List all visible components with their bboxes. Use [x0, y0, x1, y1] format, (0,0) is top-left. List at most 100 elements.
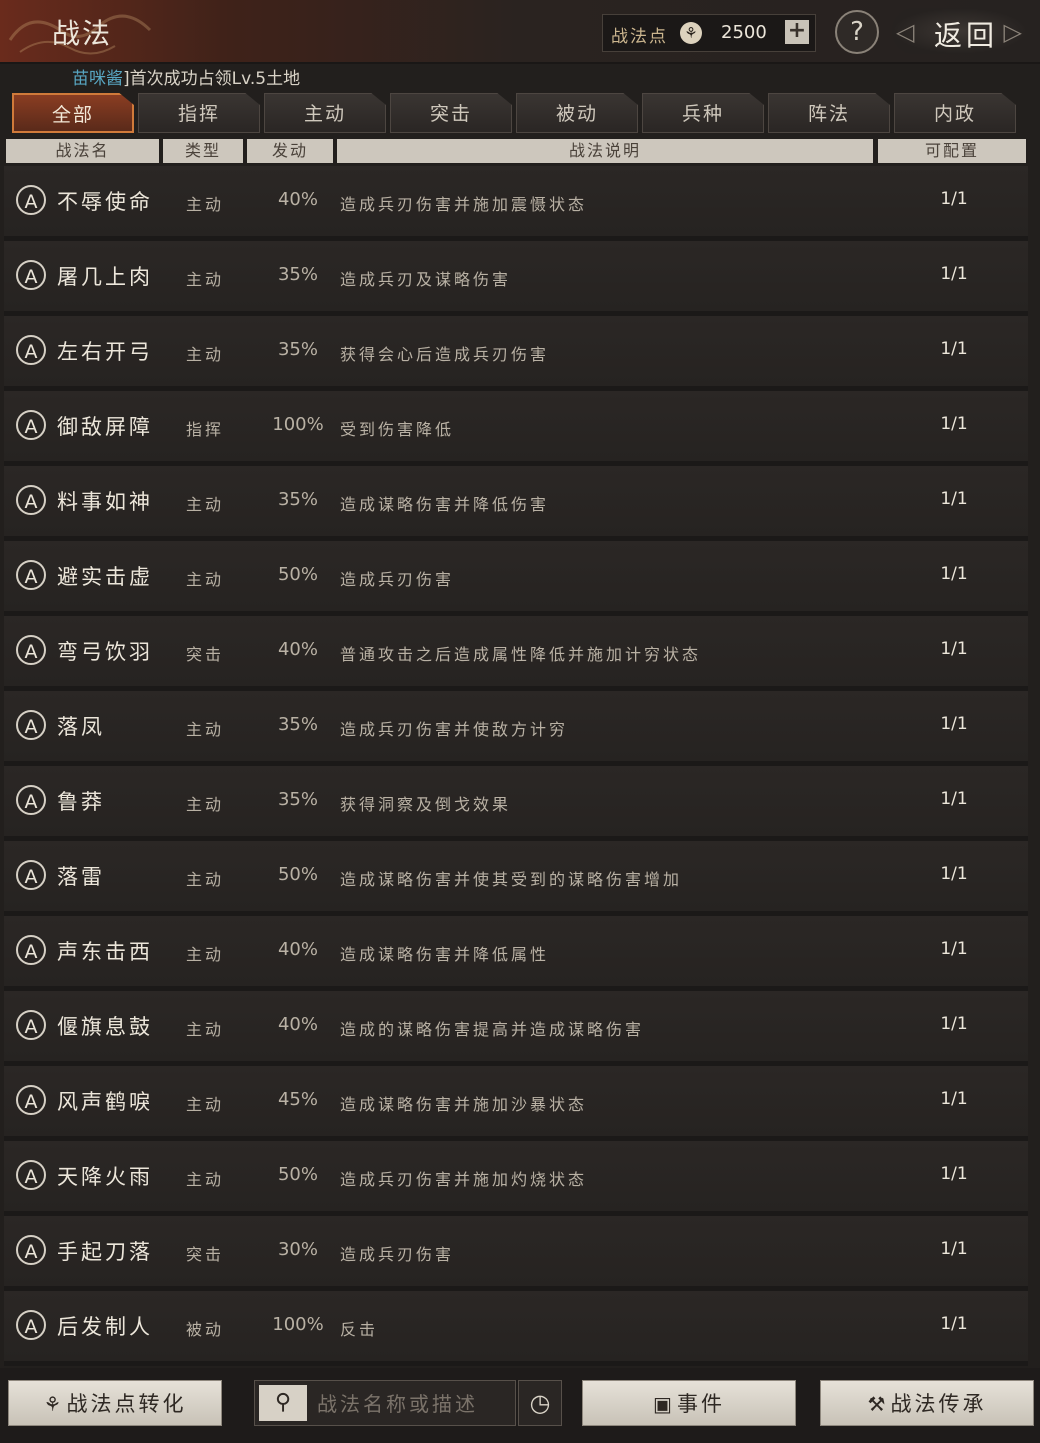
tactic-rate: 50%: [277, 864, 318, 885]
table-row[interactable]: A 鲁莽 主动 35% 获得洞察及倒戈效果 1/1: [4, 766, 1028, 841]
tactic-type: 指挥: [186, 420, 225, 439]
tab-command[interactable]: 指挥: [138, 93, 260, 133]
grade-badge: A: [16, 710, 46, 740]
grade-badge: A: [16, 410, 46, 440]
help-button[interactable]: ?: [835, 10, 879, 54]
table-row[interactable]: A 后发制人 被动 100% 反击 1/1: [4, 1291, 1028, 1366]
back-label: 返回: [934, 19, 999, 52]
table-row[interactable]: A 避实击虚 主动 50% 造成兵刃伤害 1/1: [4, 541, 1028, 616]
table-row[interactable]: A 屠几上肉 主动 35% 造成兵刃及谋略伤害 1/1: [4, 241, 1028, 316]
tactic-point-coin-icon: ⚘: [680, 22, 702, 44]
tab-passive[interactable]: 被动: [516, 93, 638, 133]
back-button[interactable]: ◁ 返回 ▷: [892, 8, 1028, 54]
tactic-name: 落雷: [57, 865, 105, 889]
tactic-type: 主动: [186, 795, 225, 814]
history-button[interactable]: ◷: [518, 1380, 562, 1426]
tactic-name: 御敌屏障: [57, 415, 153, 439]
tactic-rate: 40%: [277, 189, 318, 210]
page-title: 战法: [52, 17, 113, 50]
hammer-icon: ⚒: [867, 1392, 889, 1416]
tactic-type: 主动: [186, 195, 225, 214]
inherit-button[interactable]: ⚒战法传承: [820, 1380, 1034, 1426]
tactic-type: 主动: [186, 945, 225, 964]
tactic-rate: 100%: [272, 414, 324, 435]
notice-user[interactable]: 苗咪酱: [72, 69, 123, 89]
search-box: ⚲: [254, 1380, 516, 1426]
ornament-left-icon: ◁: [896, 18, 915, 46]
table-row[interactable]: A 落凤 主动 35% 造成兵刃伤害并使敌方计穷 1/1: [4, 691, 1028, 766]
tactic-rate: 35%: [277, 264, 318, 285]
tactic-quota: 1/1: [940, 1089, 968, 1109]
grade-badge: A: [16, 785, 46, 815]
convert-points-button[interactable]: ⚘战法点转化: [8, 1380, 222, 1426]
table-row[interactable]: A 左右开弓 主动 35% 获得会心后造成兵刃伤害 1/1: [4, 316, 1028, 391]
scrolling-notice: 苗咪酱]首次成功占领Lv.5土地: [72, 64, 300, 89]
search-icon[interactable]: ⚲: [259, 1385, 307, 1421]
tactic-description: 获得会心后造成兵刃伤害: [340, 345, 550, 364]
tactic-description: 受到伤害降低: [340, 420, 455, 439]
table-row[interactable]: A 落雷 主动 50% 造成谋略伤害并使其受到的谋略伤害增加 1/1: [4, 841, 1028, 916]
tactic-name: 不辱使命: [57, 190, 153, 214]
tactic-name: 屠几上肉: [57, 265, 153, 289]
tactic-name: 弯弓饮羽: [57, 640, 153, 664]
tactic-type: 主动: [186, 870, 225, 889]
tactic-description: 获得洞察及倒戈效果: [340, 795, 512, 814]
tab-all[interactable]: 全部: [12, 93, 134, 133]
column-header-quota[interactable]: 可配置: [878, 139, 1026, 163]
table-row[interactable]: A 天降火雨 主动 50% 造成兵刃伤害并施加灼烧状态 1/1: [4, 1141, 1028, 1216]
tab-assault[interactable]: 突击: [390, 93, 512, 133]
tactic-description: 造成谋略伤害并降低属性: [340, 945, 550, 964]
column-header-rate[interactable]: 发动: [247, 139, 333, 163]
tactic-rate: 35%: [277, 489, 318, 510]
tactic-point-coin-icon: ⚘: [43, 1392, 65, 1416]
clock-icon: ◷: [529, 1389, 551, 1417]
column-header-name[interactable]: 战法名: [6, 139, 159, 163]
tactic-points-panel: 战法点 ⚘ 2500 +: [602, 14, 816, 52]
tactic-rate: 50%: [277, 1164, 318, 1185]
tab-internal[interactable]: 内政: [894, 93, 1016, 133]
column-header-desc: 战法说明: [337, 139, 873, 163]
table-row[interactable]: A 弯弓饮羽 突击 40% 普通攻击之后造成属性降低并施加计穷状态 1/1: [4, 616, 1028, 691]
tactic-type: 主动: [186, 1020, 225, 1039]
tactic-rate: 45%: [277, 1089, 318, 1110]
tactic-description: 造成兵刃及谋略伤害: [340, 270, 512, 289]
table-row[interactable]: A 偃旗息鼓 主动 40% 造成的谋略伤害提高并造成谋略伤害 1/1: [4, 991, 1028, 1066]
tactic-description: 反击: [340, 1320, 379, 1339]
tactic-name: 左右开弓: [57, 340, 153, 364]
tactic-description: 造成兵刃伤害并使敌方计穷: [340, 720, 569, 739]
tactic-points-label: 战法点: [611, 27, 668, 47]
grade-badge: A: [16, 860, 46, 890]
add-points-button[interactable]: +: [785, 20, 809, 44]
inherit-label: 战法传承: [890, 1392, 987, 1416]
search-input[interactable]: [315, 1385, 511, 1423]
tactic-rate: 35%: [277, 714, 318, 735]
tactic-description: 造成谋略伤害并降低伤害: [340, 495, 550, 514]
tactic-name: 手起刀落: [57, 1240, 153, 1264]
grade-badge: A: [16, 485, 46, 515]
grade-badge: A: [16, 1085, 46, 1115]
grade-badge: A: [16, 635, 46, 665]
tactic-quota: 1/1: [940, 714, 968, 734]
tactic-type: 突击: [186, 645, 225, 664]
table-row[interactable]: A 御敌屏障 指挥 100% 受到伤害降低 1/1: [4, 391, 1028, 466]
table-row[interactable]: A 料事如神 主动 35% 造成谋略伤害并降低伤害 1/1: [4, 466, 1028, 541]
tactic-quota: 1/1: [940, 1239, 968, 1259]
tab-troop[interactable]: 兵种: [642, 93, 764, 133]
table-row[interactable]: A 声东击西 主动 40% 造成谋略伤害并降低属性 1/1: [4, 916, 1028, 991]
tab-active[interactable]: 主动: [264, 93, 386, 133]
ornament-right-icon: ▷: [1003, 18, 1022, 46]
tactic-quota: 1/1: [940, 639, 968, 659]
tactic-rate: 40%: [277, 1014, 318, 1035]
tactic-type: 突击: [186, 1245, 225, 1264]
tactic-quota: 1/1: [940, 864, 968, 884]
table-row[interactable]: A 风声鹤唳 主动 45% 造成谋略伤害并施加沙暴状态 1/1: [4, 1066, 1028, 1141]
tactic-rate: 30%: [277, 1239, 318, 1260]
tactic-name: 偃旗息鼓: [57, 1015, 153, 1039]
table-row[interactable]: A 手起刀落 突击 30% 造成兵刃伤害 1/1: [4, 1216, 1028, 1291]
table-row[interactable]: A 不辱使命 主动 40% 造成兵刃伤害并施加震慑状态 1/1: [4, 166, 1028, 241]
tactic-type: 主动: [186, 495, 225, 514]
tactic-type: 主动: [186, 720, 225, 739]
event-button[interactable]: ▣事件: [582, 1380, 796, 1426]
column-header-type[interactable]: 类型: [163, 139, 243, 163]
tab-formation[interactable]: 阵法: [768, 93, 890, 133]
